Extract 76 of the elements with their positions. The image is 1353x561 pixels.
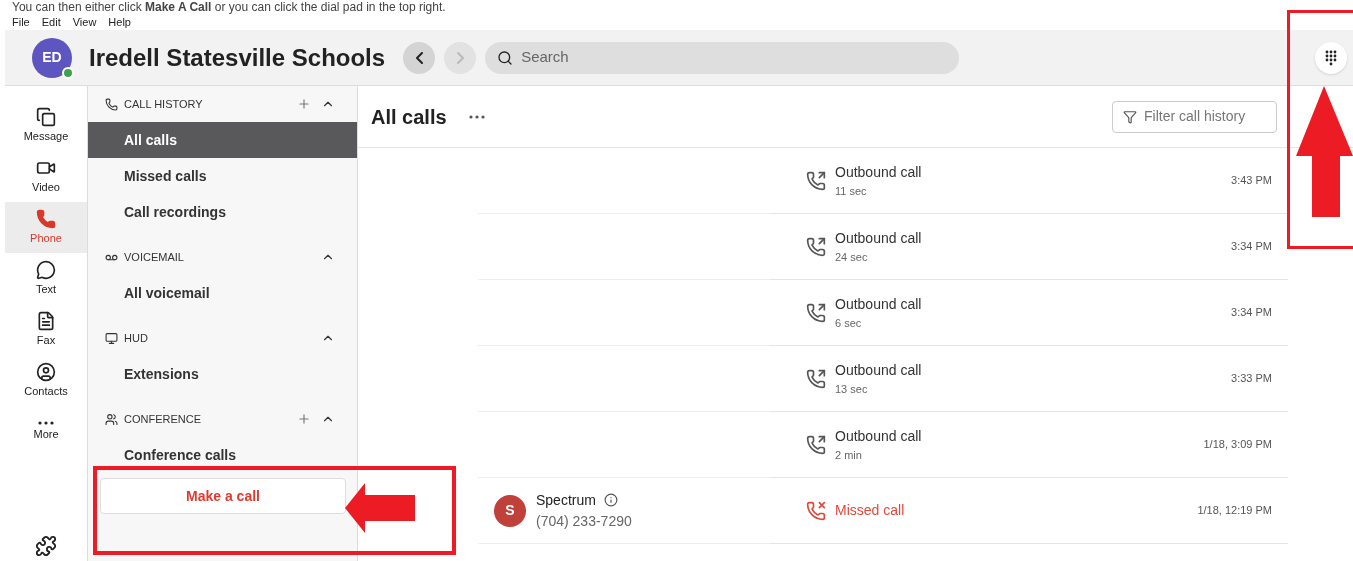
call-time: 3:34 PM (1231, 305, 1272, 321)
search-icon (497, 49, 514, 66)
missed-call-icon (806, 500, 826, 521)
nav-rail-item[interactable]: Fax (5, 304, 87, 355)
phone-icon (36, 208, 56, 229)
call-duration: 24 sec (835, 249, 869, 265)
call-time: 1/18, 3:09 PM (1203, 437, 1272, 453)
call-type: Outbound call (835, 360, 922, 380)
more-icon[interactable] (468, 114, 485, 119)
nav-rail-item[interactable]: Phone (5, 202, 87, 253)
dial-pad-button[interactable] (1315, 41, 1347, 74)
nav-rail-item[interactable]: Text (5, 253, 87, 304)
dial-pad-icon (1324, 49, 1338, 66)
call-type: Outbound call (835, 294, 922, 314)
nav-item[interactable]: All calls (88, 122, 357, 158)
outgoing-call-icon (806, 368, 826, 389)
chat-icon (36, 259, 56, 280)
menu-item[interactable]: View (72, 13, 97, 31)
puzzle-icon[interactable] (35, 535, 57, 557)
app-title: Iredell Statesville Schools (89, 42, 386, 73)
info-icon[interactable] (603, 493, 618, 507)
nav-rail-item[interactable]: More (5, 406, 87, 457)
filter-icon (1123, 109, 1137, 124)
contact-number: (704) 233-7290 (536, 511, 632, 531)
chevron-left-icon (415, 51, 423, 64)
call-duration: 2 min (835, 447, 863, 463)
filter-field[interactable]: Filter call history (1112, 100, 1277, 133)
nav-rail-item[interactable]: Contacts (5, 355, 87, 406)
section-title: CALL HISTORY (124, 96, 203, 112)
make-call-button[interactable]: Make a call (100, 478, 346, 514)
user-icon (36, 361, 56, 382)
nav-item[interactable]: All voicemail (88, 275, 357, 311)
chevron-right-icon (456, 51, 464, 64)
call-time: 1/18, 12:19 PM (1197, 503, 1272, 519)
phone-icon (105, 97, 118, 111)
monitor-icon (105, 331, 118, 345)
section-title: VOICEMAIL (124, 249, 184, 265)
menu-item[interactable]: File (12, 13, 30, 31)
more-icon (38, 420, 54, 425)
outgoing-call-icon (806, 236, 826, 257)
left-arrow-drawing (345, 483, 415, 533)
call-time: 3:34 PM (1231, 239, 1272, 255)
contact-avatar: S (494, 494, 526, 527)
nav-rail-item[interactable]: Video (5, 151, 87, 202)
filter-placeholder: Filter call history (1144, 107, 1246, 126)
call-type: Outbound call (835, 228, 922, 248)
menu-item[interactable]: Edit (41, 13, 61, 31)
instruction-text: You can then either click Make A Call or you can click the dial pad in the top right. (11, 0, 447, 14)
call-type: Outbound call (835, 426, 922, 446)
search-placeholder: Search (521, 47, 569, 68)
nav-item[interactable]: Extensions (88, 356, 357, 392)
contact-name: Spectrum (536, 490, 596, 510)
call-type: Missed call (835, 501, 905, 520)
section-title: CONFERENCE (124, 411, 201, 427)
call-time: 3:43 PM (1231, 173, 1272, 189)
section-title: HUD (124, 330, 148, 346)
avatar[interactable]: ED (32, 37, 72, 78)
nav-item[interactable]: Call recordings (88, 194, 357, 230)
call-type: Outbound call (835, 162, 922, 182)
search-field[interactable]: Search (485, 41, 960, 74)
call-duration: 6 sec (835, 315, 863, 331)
message-icon (36, 106, 56, 127)
nav-item[interactable]: Conference calls (88, 437, 357, 473)
people-icon (105, 412, 118, 426)
menu-item[interactable]: Help (108, 13, 131, 31)
outgoing-call-icon (806, 434, 826, 455)
document-icon (36, 310, 56, 331)
call-duration: 13 sec (835, 381, 869, 397)
nav-rail-item[interactable]: Message (5, 100, 87, 151)
call-duration: 11 sec (835, 183, 868, 199)
back-button[interactable] (403, 41, 436, 74)
outgoing-call-icon (806, 302, 826, 323)
page-title: All calls (371, 104, 447, 130)
nav-item[interactable]: Missed calls (88, 158, 357, 194)
outgoing-call-icon (806, 170, 826, 191)
call-time: 3:33 PM (1231, 371, 1272, 387)
